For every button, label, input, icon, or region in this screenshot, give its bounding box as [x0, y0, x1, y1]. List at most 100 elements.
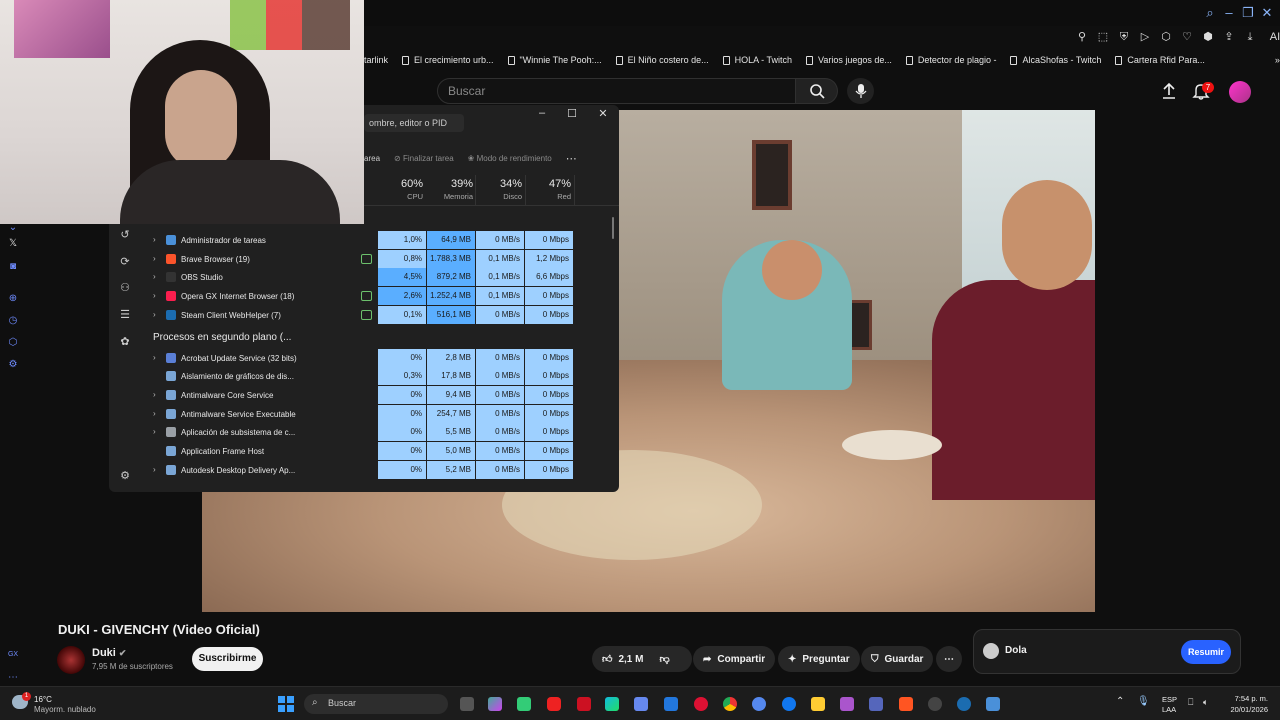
clock-time[interactable]: 7:54 p. m. [1228, 694, 1268, 703]
taskbar-search[interactable]: ⌕ Buscar [304, 694, 448, 714]
efficiency-mode-button[interactable]: ❀ Modo de rendimiento [468, 154, 552, 163]
opera-gx-icon[interactable] [694, 697, 708, 711]
ask-button[interactable]: ✦ Preguntar [778, 646, 860, 672]
bookmark-item[interactable]: Cartera Rfid Para... [1115, 55, 1205, 65]
keyboard-layout[interactable]: LAA [1162, 705, 1176, 714]
store-icon[interactable] [517, 697, 531, 711]
add-icon[interactable]: ⊕ [6, 293, 20, 305]
obs-icon[interactable] [928, 697, 942, 711]
start-button[interactable] [278, 696, 294, 712]
chevron-right-icon[interactable]: › [153, 390, 156, 399]
column-header[interactable]: 60% CPU [375, 178, 423, 201]
teams-icon[interactable] [869, 697, 883, 711]
run-task-button[interactable]: area [364, 154, 380, 163]
discord-icon[interactable]: ◙ [6, 261, 20, 273]
more-actions-button[interactable]: ⋯ [936, 646, 962, 672]
bookmark-item[interactable]: HOLA - Twitch [722, 55, 792, 65]
history-icon[interactable]: ◷ [6, 315, 20, 327]
temperature[interactable]: 16°C [34, 695, 52, 704]
voice-search-button[interactable] [847, 78, 874, 104]
gx-icon[interactable]: GX [6, 651, 20, 663]
process-row[interactable]: › Administrador de tareas 1,0% 64,9 MB 0 MB/… [109, 231, 619, 249]
close-icon[interactable]: ✕ [588, 107, 618, 123]
account-avatar[interactable] [1229, 81, 1251, 103]
background-processes-group[interactable]: Procesos en segundo plano (... [153, 332, 291, 343]
bookmark-item[interactable]: El Niño costero de... [615, 55, 709, 65]
app-icon[interactable] [840, 697, 854, 711]
screenshot-icon[interactable]: ⬚ [1097, 30, 1109, 44]
column-header[interactable]: 47% Red [523, 178, 571, 201]
process-row[interactable]: › Brave Browser (19) 0,8% 1.788,3 MB 0,1 MB/… [109, 249, 619, 268]
bookmark-item[interactable]: "Winnie The Pooh:... [507, 55, 602, 65]
folder-icon[interactable] [811, 697, 825, 711]
steam-icon[interactable] [957, 697, 971, 711]
bookmark-item[interactable]: tarlink [364, 55, 388, 65]
discord-icon[interactable] [752, 697, 766, 711]
subscribe-button[interactable]: Suscribirme [192, 647, 263, 671]
youtube-icon[interactable] [547, 697, 561, 711]
bookmark-item[interactable]: El crecimiento urb... [402, 55, 494, 65]
feather-icon[interactable] [634, 697, 648, 711]
scrollbar[interactable] [612, 217, 614, 239]
chevron-right-icon[interactable]: › [153, 310, 156, 319]
input-language[interactable]: ESP [1162, 695, 1177, 704]
chevron-right-icon[interactable]: › [153, 291, 156, 300]
process-row[interactable]: Application Frame Host 0% 5,0 MB 0 MB/s 0 Mb… [109, 442, 619, 460]
process-row[interactable]: › Acrobat Update Service (32 bits) 0% 2,8 M… [109, 348, 619, 367]
process-row[interactable]: › Aplicación de subsistema de c... 0% 5,5 M… [109, 423, 619, 442]
chevron-right-icon[interactable]: › [153, 353, 156, 362]
settings-icon[interactable]: ⚙ [6, 359, 20, 371]
task-manager-icon[interactable] [986, 697, 1000, 711]
summarize-button[interactable]: Resumir [1181, 640, 1231, 664]
services-icon[interactable]: ✿ [119, 335, 131, 348]
restore-icon[interactable]: ❐ [1240, 5, 1256, 21]
share-icon[interactable]: ⇪ [1223, 30, 1235, 44]
extensions-icon[interactable]: ⬢ [1202, 30, 1214, 44]
channel-name[interactable]: Duki ✔ [92, 647, 126, 659]
brave-icon[interactable] [899, 697, 913, 711]
network-icon[interactable]: ⎕ [1188, 697, 1193, 708]
copilot-icon[interactable] [488, 697, 502, 711]
process-row[interactable]: › Steam Client WebHelper (7) 0,1% 516,1 MB 0… [109, 305, 619, 324]
minimize-icon[interactable]: – [1221, 5, 1237, 21]
maximize-icon[interactable]: ☐ [557, 107, 587, 123]
chevron-right-icon[interactable]: › [153, 409, 156, 418]
bookmark-item[interactable]: Varios juegos de... [806, 55, 892, 65]
chevron-right-icon[interactable]: › [153, 465, 156, 474]
upload-icon[interactable] [1160, 82, 1178, 100]
more-bookmarks-icon[interactable]: » [1275, 55, 1280, 65]
ai-icon[interactable]: AI [1265, 30, 1280, 44]
end-task-button[interactable]: ⊘ Finalizar tarea [394, 154, 454, 163]
heart-icon[interactable]: ♡ [1181, 30, 1193, 44]
play-icon[interactable]: ▷ [1139, 30, 1151, 44]
process-row[interactable]: › Autodesk Desktop Delivery Ap... 0% 5,2 MB… [109, 460, 619, 479]
chevron-right-icon[interactable]: › [153, 427, 156, 436]
save-button[interactable]: ⛉ Guardar [861, 646, 934, 672]
channel-avatar[interactable] [57, 646, 85, 674]
clock-date[interactable]: 20/01/2026 [1218, 705, 1268, 714]
chevron-right-icon[interactable]: › [153, 235, 156, 244]
close-icon[interactable]: ✕ [1259, 5, 1275, 21]
process-row[interactable]: Aislamiento de gráficos de dis... 0,3% 17,… [109, 367, 619, 386]
thumbs-down-icon[interactable]: 👎︎ [659, 653, 669, 665]
minimize-icon[interactable]: – [527, 107, 557, 123]
process-row[interactable]: › Opera GX Internet Browser (18) 2,6% 1.252… [109, 287, 619, 306]
process-row[interactable]: › Antimalware Service Executable 0% 254,7 M… [109, 404, 619, 423]
download-icon[interactable]: ⤓ [1244, 30, 1256, 44]
chevron-up-icon[interactable]: ⌃ [1116, 696, 1124, 707]
cube-icon[interactable]: ⬡ [1160, 30, 1172, 44]
like-button[interactable]: 👍︎ 2,1 M 👎︎ [592, 646, 692, 672]
share-button[interactable]: ➦ Compartir [693, 646, 776, 672]
search-input[interactable]: Buscar [437, 78, 796, 104]
netflix-icon[interactable] [577, 697, 591, 711]
weather-description[interactable]: Mayorm. nublado [34, 705, 96, 714]
x-icon[interactable]: 𝕏 [6, 238, 20, 250]
column-header[interactable]: 39% Memoria [425, 178, 473, 201]
search-icon[interactable]: ⌕ [1202, 5, 1218, 21]
shield-icon[interactable]: ⛨ [1118, 30, 1130, 44]
task-view-icon[interactable] [460, 697, 474, 711]
cube-icon[interactable]: ⬡ [6, 337, 20, 349]
pin-icon[interactable]: ⚲ [1076, 30, 1088, 44]
facebook-icon[interactable] [782, 697, 796, 711]
chevron-right-icon[interactable]: › [153, 272, 156, 281]
